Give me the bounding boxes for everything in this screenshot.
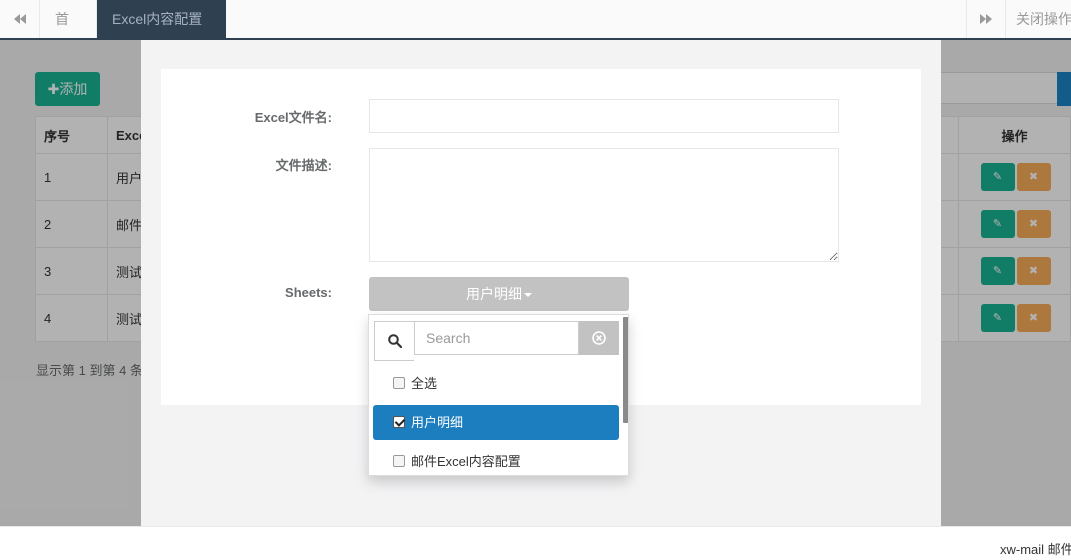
close-operations-menu[interactable]: 关闭操作 <box>1006 0 1071 38</box>
sheets-search-input[interactable] <box>414 321 579 355</box>
dropdown-option-select-all[interactable]: 全选 <box>373 366 619 401</box>
search-icon <box>374 321 414 361</box>
sheets-select-button[interactable]: 用户明细 <box>369 277 629 311</box>
excel-name-label: Excel文件名: <box>254 110 332 125</box>
option-label: 用户明细 <box>411 415 464 430</box>
tab-excel-config[interactable]: Excel内容配置 × <box>97 0 226 65</box>
tab-scroll-right-button[interactable] <box>966 0 1006 38</box>
checkbox[interactable] <box>393 377 405 389</box>
double-chevron-left-icon <box>13 14 26 24</box>
option-label: 全选 <box>411 376 438 391</box>
tab-excel-config-label: Excel内容配置 <box>112 11 203 27</box>
dropdown-option-user-detail[interactable]: 用户明细 <box>373 405 619 440</box>
description-label: 文件描述: <box>275 158 332 173</box>
dropdown-option-mail-excel-config[interactable]: 邮件Excel内容配置 <box>373 444 619 475</box>
tab-scroll-left-button[interactable] <box>0 0 40 38</box>
double-chevron-right-icon <box>980 14 992 24</box>
sheets-selected-value: 用户明细 <box>466 286 522 302</box>
tab-bar: 首页 Excel内容配置 × 关闭操作 <box>0 0 1071 65</box>
dropdown-scrollbar-thumb[interactable] <box>623 317 628 423</box>
clear-circle-icon <box>592 331 606 345</box>
sheets-dropdown-menu: 全选 用户明细 邮件Excel内容配置 <box>368 314 629 476</box>
caret-down-icon <box>524 293 532 298</box>
sheets-label: Sheets: <box>285 285 332 300</box>
tab-home[interactable]: 首页 <box>40 0 97 65</box>
clear-search-button[interactable] <box>579 321 619 355</box>
status-text: xw-mail 邮件 <box>1000 542 1071 557</box>
excel-name-input[interactable] <box>369 99 839 133</box>
checkbox-checked[interactable] <box>393 416 405 428</box>
checkbox[interactable] <box>393 455 405 467</box>
description-textarea[interactable] <box>369 148 839 262</box>
option-label: 邮件Excel内容配置 <box>411 454 521 469</box>
status-bar: xw-mail 邮件 <box>0 526 1071 560</box>
